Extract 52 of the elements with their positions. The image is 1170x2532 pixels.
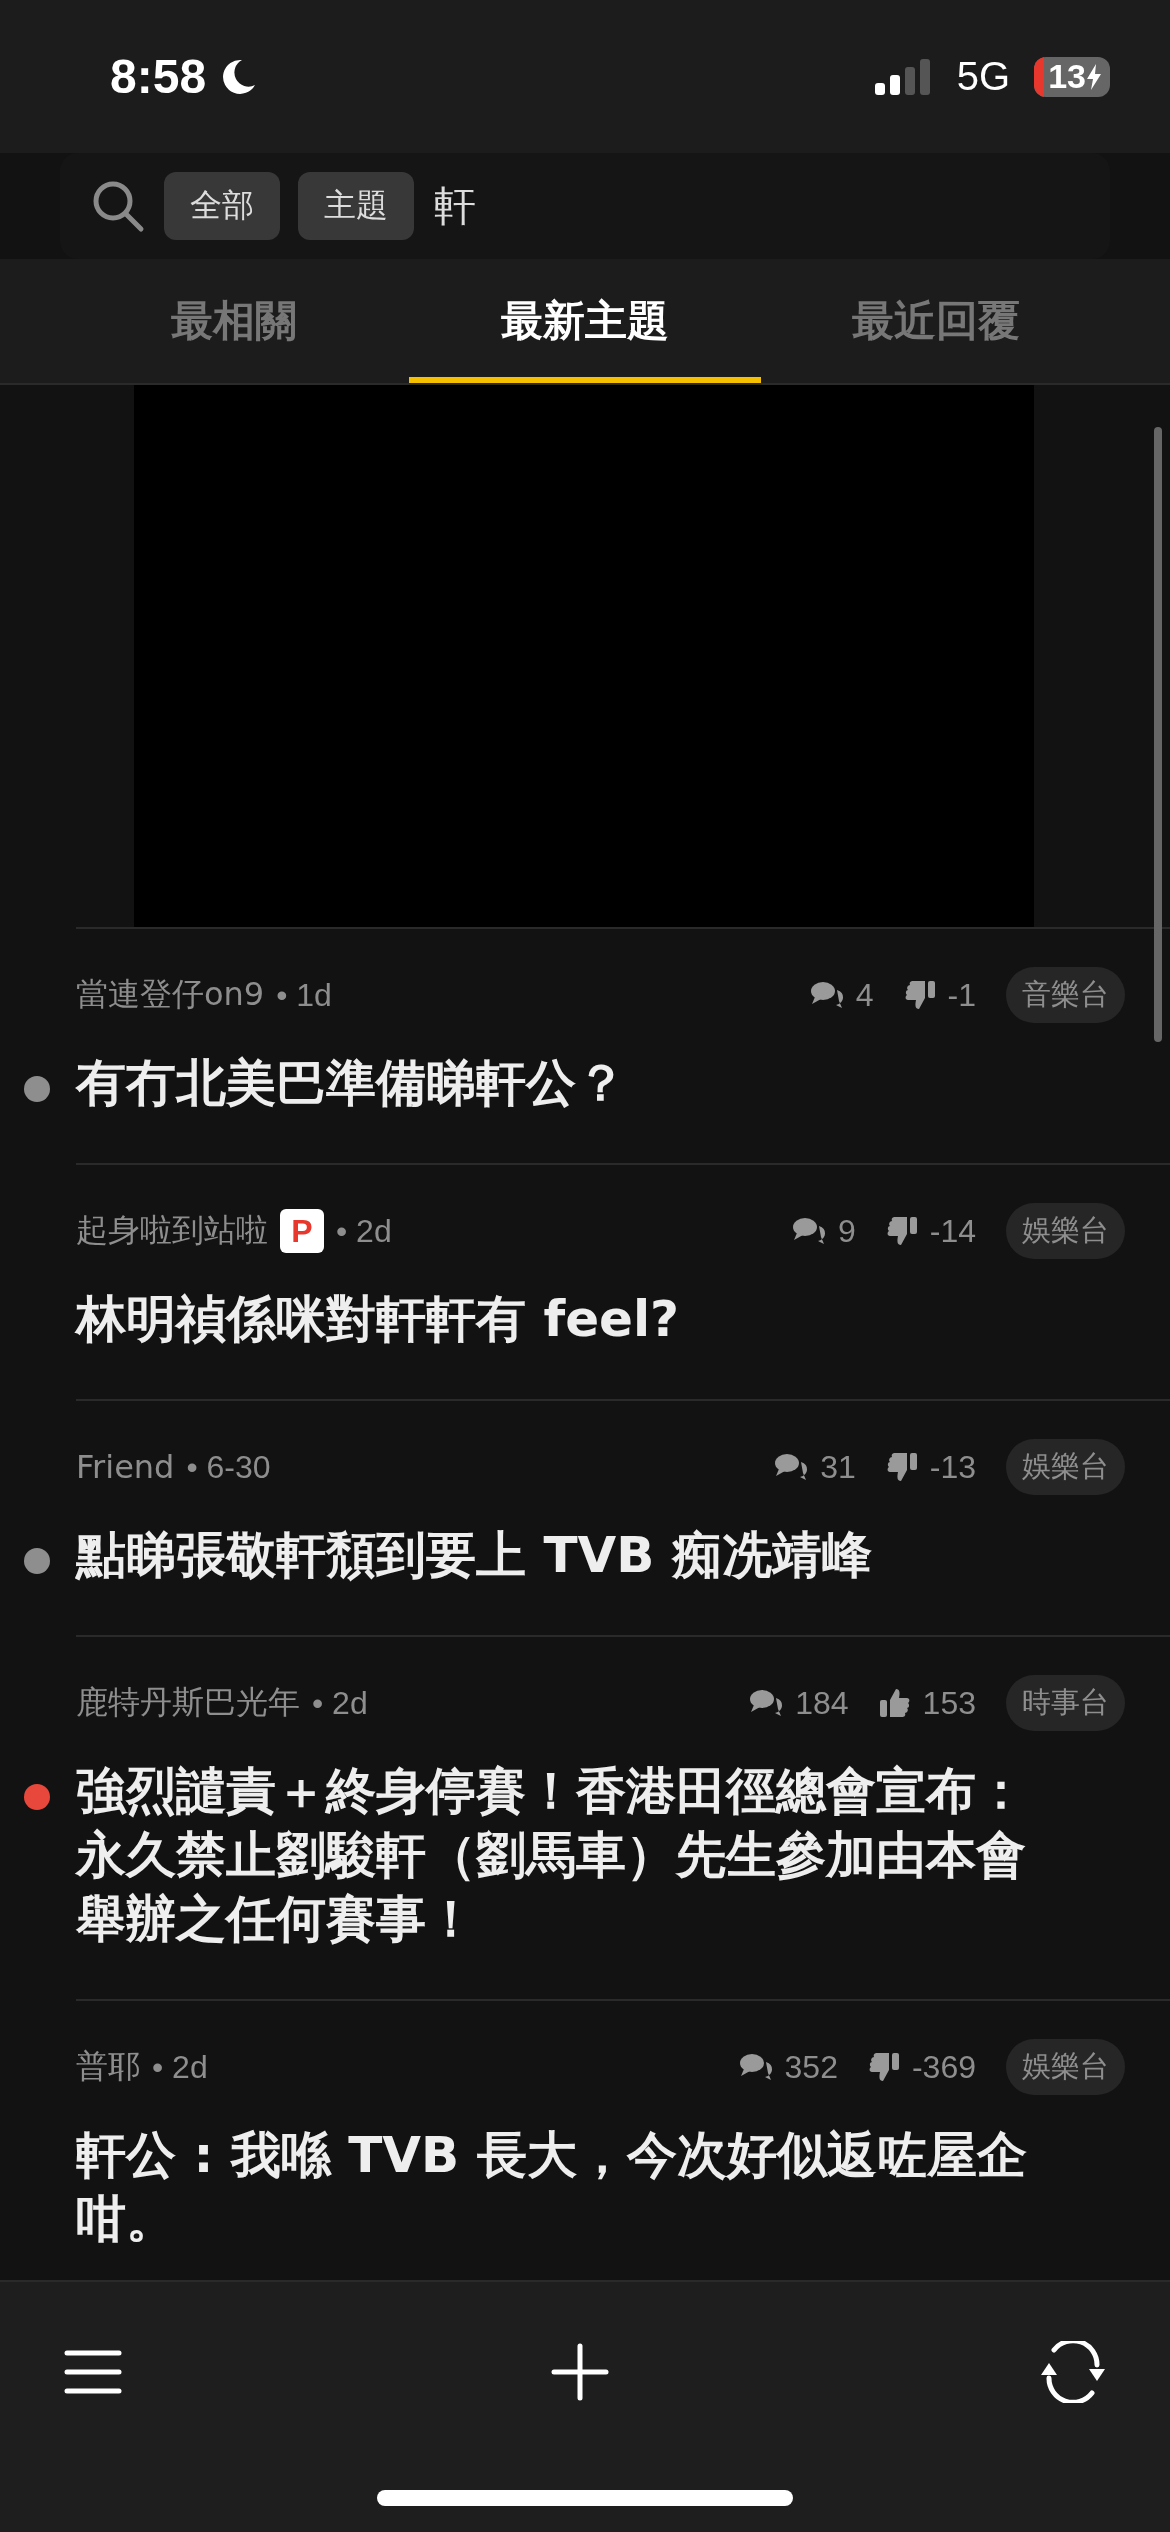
- network-label: 5G: [956, 54, 1011, 99]
- channel-tag[interactable]: 音樂台: [1006, 967, 1125, 1023]
- author-name[interactable]: 當連登仔on9: [76, 973, 265, 1017]
- post-time: • 2d: [312, 1684, 368, 1722]
- comment-icon: [809, 981, 844, 1009]
- vote-count: -13: [929, 1448, 976, 1486]
- thumbs-down-icon: [885, 1215, 918, 1247]
- channel-tag[interactable]: 娛樂台: [1006, 2039, 1125, 2095]
- post-title[interactable]: 有冇北美巴準備睇軒公？: [76, 1051, 1056, 1115]
- comment-icon: [749, 1689, 784, 1717]
- vote-count: -369: [911, 2048, 976, 2086]
- user-badge: P: [280, 1209, 324, 1253]
- signal-icon: [874, 58, 931, 95]
- channel-tag[interactable]: 娛樂台: [1006, 1439, 1125, 1495]
- vote-count: 153: [922, 1684, 976, 1722]
- post-time: • 2d: [152, 2048, 208, 2086]
- filter-chip[interactable]: 全部: [164, 172, 280, 240]
- comment-count: 31: [820, 1448, 856, 1486]
- battery-indicator: 13: [1034, 56, 1110, 97]
- comment-icon: [774, 1453, 809, 1481]
- status-time: 8:58: [110, 49, 207, 104]
- thumbs-down-icon: [885, 1451, 918, 1483]
- author-name[interactable]: 起身啦到站啦: [76, 1209, 268, 1253]
- scroll-bar[interactable]: [1154, 427, 1162, 1042]
- post-time: • 6-30: [186, 1448, 271, 1486]
- tab[interactable]: 最相關: [58, 279, 410, 383]
- search-input[interactable]: 軒: [432, 180, 1080, 232]
- author-name[interactable]: 普耶: [76, 2045, 140, 2089]
- comment-count: 352: [784, 2048, 838, 2086]
- comment-count: 184: [795, 1684, 849, 1722]
- thumbs-down-icon: [903, 979, 936, 1011]
- comment-icon: [791, 1217, 826, 1245]
- filter-chip[interactable]: 主題: [298, 172, 414, 240]
- comment-count: 4: [855, 976, 874, 1014]
- post-title[interactable]: 林明禎係咪對軒軒有 feel?: [76, 1287, 1056, 1351]
- add-icon[interactable]: [550, 2343, 609, 2401]
- thumbs-down-icon: [867, 2051, 900, 2083]
- author-name[interactable]: Friend: [76, 1448, 175, 1486]
- thumbs-up-icon: [878, 1687, 911, 1719]
- tab[interactable]: 最近回覆: [760, 279, 1112, 383]
- post-time: • 1d: [276, 976, 332, 1014]
- post-time: • 2d: [336, 1212, 392, 1250]
- channel-tag[interactable]: 時事台: [1006, 1675, 1125, 1731]
- channel-tag[interactable]: 娛樂台: [1006, 1203, 1125, 1259]
- vote-count: -1: [947, 976, 976, 1014]
- post-title[interactable]: 強烈譴責＋終身停賽！香港田徑總會宣布：永久禁止劉駿軒（劉馬車）先生參加由本會舉辦之任何賽事！: [76, 1759, 1056, 1951]
- comment-count: 9: [837, 1212, 856, 1250]
- vote-count: -14: [929, 1212, 976, 1250]
- comment-icon: [738, 2053, 773, 2081]
- author-name[interactable]: 鹿特丹斯巴光年: [76, 1681, 300, 1725]
- post-title[interactable]: 軒公 : 我喺 TVB 長大，今次好似返咗屋企咁。: [76, 2123, 1056, 2251]
- post-title[interactable]: 點睇張敬軒頹到要上 TVB 痴冼靖峰: [76, 1523, 1056, 1587]
